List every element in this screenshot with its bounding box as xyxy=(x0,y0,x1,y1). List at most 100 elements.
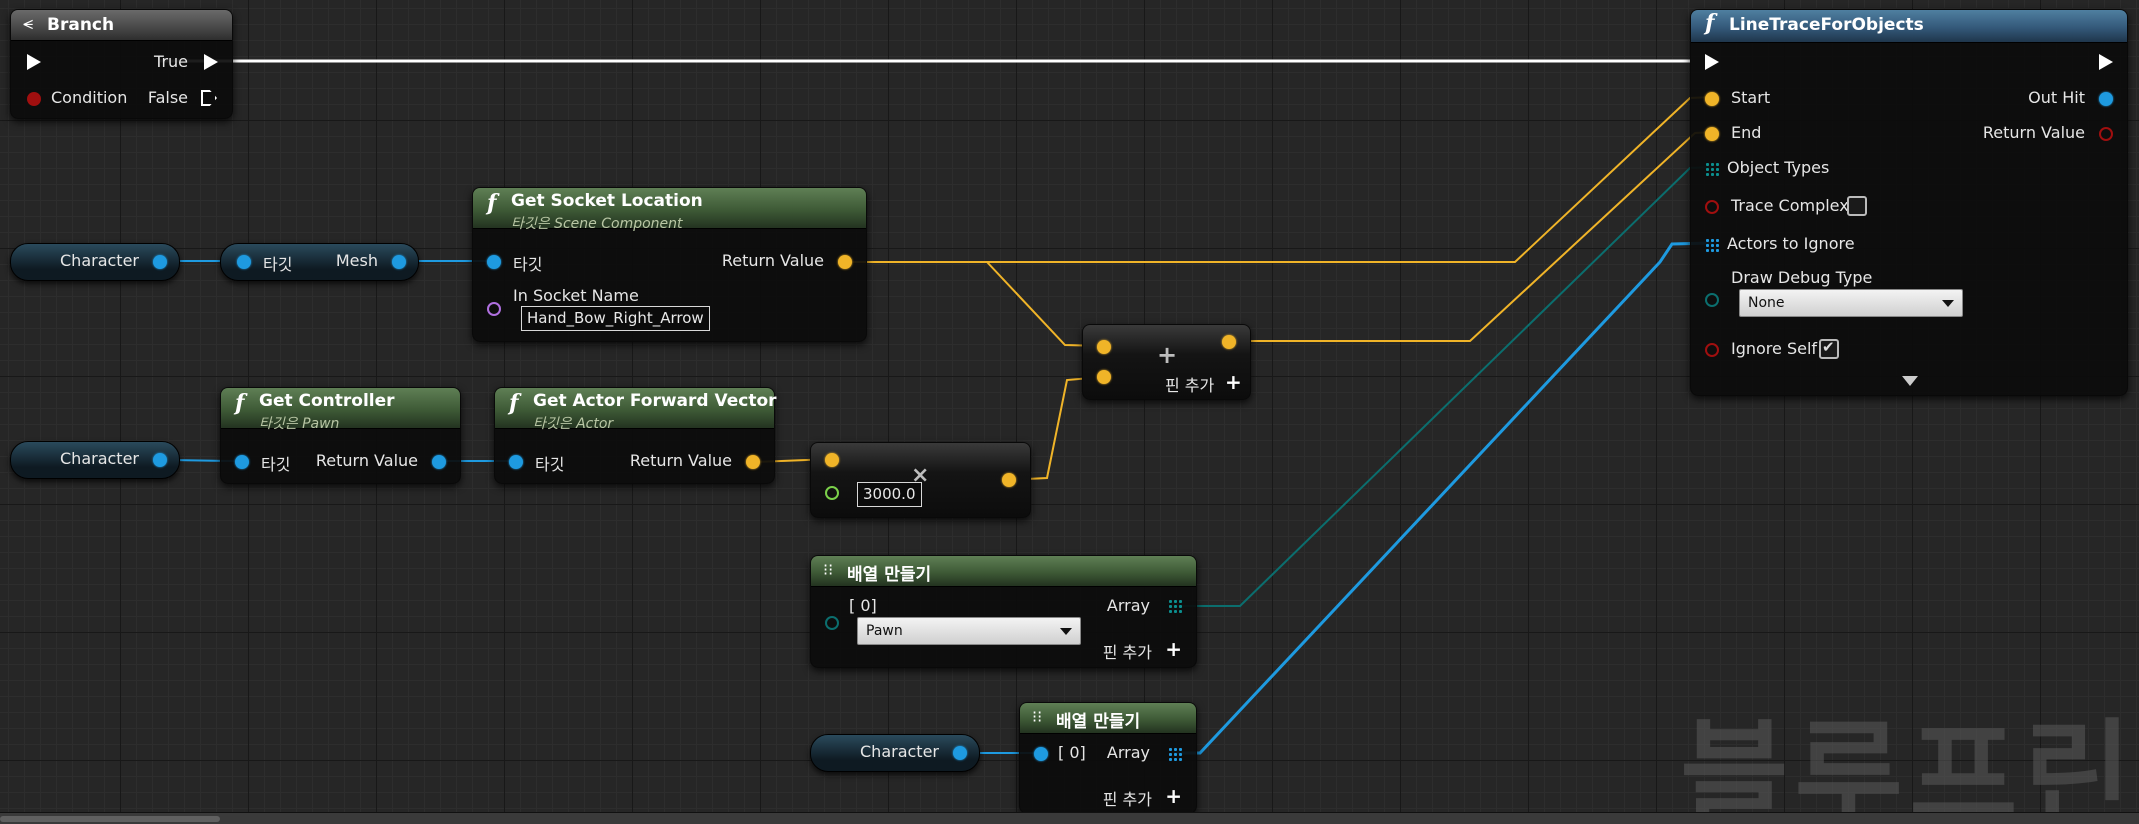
check-icon: ✔ xyxy=(1822,338,1835,356)
make-array-2-array-pin[interactable] xyxy=(1168,747,1182,761)
line-trace-start-label: Start xyxy=(1731,88,1771,107)
branch-true-pin[interactable] xyxy=(204,54,218,70)
get-actor-forward-vector-node[interactable]: f Get Actor Forward Vector 타깃은 Actor 타깃 … xyxy=(494,387,777,484)
make-array-1-array-pin[interactable] xyxy=(1168,599,1182,613)
multiply-node[interactable]: 3000.0 × xyxy=(810,442,1031,518)
function-icon: f xyxy=(509,390,519,416)
character-variable-1-pin[interactable] xyxy=(153,255,167,269)
make-array-2-header: ⁝⁝ 배열 만들기 xyxy=(1020,703,1196,734)
function-icon: f xyxy=(487,190,497,216)
advanced-expand-icon[interactable] xyxy=(1902,376,1918,386)
get-controller-return-label: Return Value xyxy=(315,451,418,470)
get-controller-return-pin[interactable] xyxy=(432,455,446,469)
make-array-2-plus-icon[interactable]: + xyxy=(1165,786,1182,806)
line-trace-return-pin[interactable] xyxy=(2099,127,2113,141)
add-input-b-pin[interactable] xyxy=(1097,370,1111,384)
get-controller-title: Get Controller xyxy=(259,391,395,411)
line-trace-ignore-self-label: Ignore Self xyxy=(1731,339,1818,358)
make-array-2-title: 배열 만들기 xyxy=(1056,712,1141,732)
function-icon: f xyxy=(235,390,245,416)
multiply-input-b-pin[interactable] xyxy=(825,486,839,500)
branch-false-label: False xyxy=(147,88,188,107)
socket-name-field[interactable]: Hand_Bow_Right_Arrow xyxy=(521,306,710,331)
get-actor-forward-vector-subtitle: 타깃은 Actor xyxy=(533,416,614,432)
mesh-getter-output-label: Mesh xyxy=(335,251,378,270)
blueprint-graph-canvas[interactable]: ⪪ Branch True Condition False Character … xyxy=(0,0,2139,824)
make-array-2-element-pin[interactable] xyxy=(1034,747,1048,761)
scrollbar-thumb[interactable] xyxy=(0,816,220,822)
get-actor-forward-vector-target-pin[interactable] xyxy=(509,455,523,469)
line-trace-title: LineTraceForObjects xyxy=(1729,15,1924,35)
multiply-output-pin[interactable] xyxy=(1002,473,1016,487)
make-array-1-array-label: Array xyxy=(1106,596,1150,615)
add-operator-icon: + xyxy=(1157,341,1178,369)
line-trace-draw-debug-pin[interactable] xyxy=(1705,293,1719,307)
mesh-getter-target-label: 타깃 xyxy=(263,255,293,274)
add-output-pin[interactable] xyxy=(1222,335,1236,349)
character-variable-2-pin[interactable] xyxy=(153,453,167,467)
get-actor-forward-vector-return-pin[interactable] xyxy=(746,455,760,469)
line-trace-exec-out-pin[interactable] xyxy=(2099,54,2113,70)
get-socket-location-title: Get Socket Location xyxy=(511,191,703,211)
wire-objecttypes xyxy=(1173,166,1714,607)
branch-exec-in-pin[interactable] xyxy=(27,54,41,70)
line-trace-exec-in-pin[interactable] xyxy=(1705,54,1719,70)
branch-condition-pin[interactable] xyxy=(27,92,41,106)
make-array-icon: ⁝⁝ xyxy=(1032,707,1043,726)
line-trace-for-objects-node[interactable]: f LineTraceForObjects Start Out Hit End … xyxy=(1690,9,2128,396)
blueprint-watermark: 블루프린트 xyxy=(1680,707,2139,824)
mesh-getter-target-pin[interactable] xyxy=(237,255,251,269)
character-variable-1-label: Character xyxy=(60,251,139,270)
add-input-a-pin[interactable] xyxy=(1097,340,1111,354)
make-array-1-object-type-dropdown[interactable]: Pawn xyxy=(857,617,1081,645)
character-variable-3-label: Character xyxy=(860,742,939,761)
line-trace-out-hit-pin[interactable] xyxy=(2099,92,2113,106)
make-array-2-add-pin-label[interactable]: 핀 추가 xyxy=(1103,786,1152,810)
multiply-input-a-pin[interactable] xyxy=(825,453,839,467)
make-array-1-add-pin-label[interactable]: 핀 추가 xyxy=(1103,639,1152,663)
get-socket-location-return-pin[interactable] xyxy=(838,255,852,269)
make-array-1-dropdown-value: Pawn xyxy=(866,623,903,639)
branch-icon: ⪪ xyxy=(23,13,34,34)
add-pin-plus-icon[interactable]: + xyxy=(1225,372,1242,392)
line-trace-object-types-pin[interactable] xyxy=(1705,162,1719,176)
character-variable-3[interactable]: Character xyxy=(810,734,980,772)
get-actor-forward-vector-title: Get Actor Forward Vector xyxy=(533,391,777,411)
make-array-node-1[interactable]: ⁝⁝ 배열 만들기 [ 0] Pawn Array 핀 추가 + xyxy=(810,555,1197,668)
draw-debug-type-dropdown[interactable]: None xyxy=(1739,289,1963,317)
mesh-getter-output-pin[interactable] xyxy=(392,255,406,269)
line-trace-ignore-self-pin[interactable] xyxy=(1705,343,1719,357)
get-controller-node[interactable]: f Get Controller 타깃은 Pawn 타깃 Return Valu… xyxy=(220,387,461,484)
make-array-1-element-pin[interactable] xyxy=(825,616,839,630)
make-array-1-plus-icon[interactable]: + xyxy=(1165,639,1182,659)
chevron-down-icon xyxy=(1942,300,1954,307)
character-variable-1[interactable]: Character xyxy=(10,243,180,281)
branch-true-label: True xyxy=(154,52,188,71)
get-socket-location-return-label: Return Value xyxy=(721,251,824,270)
wire-array-ignore xyxy=(1174,241,1714,755)
branch-false-pin[interactable] xyxy=(201,90,217,106)
line-trace-actors-to-ignore-pin[interactable] xyxy=(1705,238,1719,252)
get-socket-location-socket-name-pin[interactable] xyxy=(487,302,501,316)
branch-node[interactable]: ⪪ Branch True Condition False xyxy=(10,9,233,119)
make-array-2-index-label: [ 0] xyxy=(1058,743,1086,762)
mesh-getter-node[interactable]: 타깃 Mesh xyxy=(220,243,419,281)
get-controller-target-pin[interactable] xyxy=(235,455,249,469)
trace-complex-checkbox[interactable] xyxy=(1847,196,1867,216)
horizontal-scrollbar[interactable] xyxy=(0,812,2139,824)
character-variable-3-pin[interactable] xyxy=(953,746,967,760)
line-trace-trace-complex-label: Trace Complex xyxy=(1731,196,1849,215)
ignore-self-checkbox[interactable]: ✔ xyxy=(1819,338,1839,359)
line-trace-start-pin[interactable] xyxy=(1705,92,1719,106)
add-node[interactable]: + 핀 추가 + xyxy=(1082,324,1251,400)
make-array-node-2[interactable]: ⁝⁝ 배열 만들기 [ 0] Array 핀 추가 + xyxy=(1019,702,1197,814)
get-socket-location-socket-name-label: In Socket Name xyxy=(513,286,639,305)
character-variable-2[interactable]: Character xyxy=(10,441,180,479)
add-add-pin-label[interactable]: 핀 추가 xyxy=(1165,372,1214,396)
make-array-2-array-label: Array xyxy=(1106,743,1150,762)
get-socket-location-node[interactable]: f Get Socket Location 타깃은 Scene Componen… xyxy=(472,187,867,342)
make-array-1-header: ⁝⁝ 배열 만들기 xyxy=(811,556,1196,587)
get-socket-location-target-pin[interactable] xyxy=(487,255,501,269)
line-trace-end-pin[interactable] xyxy=(1705,127,1719,141)
line-trace-trace-complex-pin[interactable] xyxy=(1705,200,1719,214)
